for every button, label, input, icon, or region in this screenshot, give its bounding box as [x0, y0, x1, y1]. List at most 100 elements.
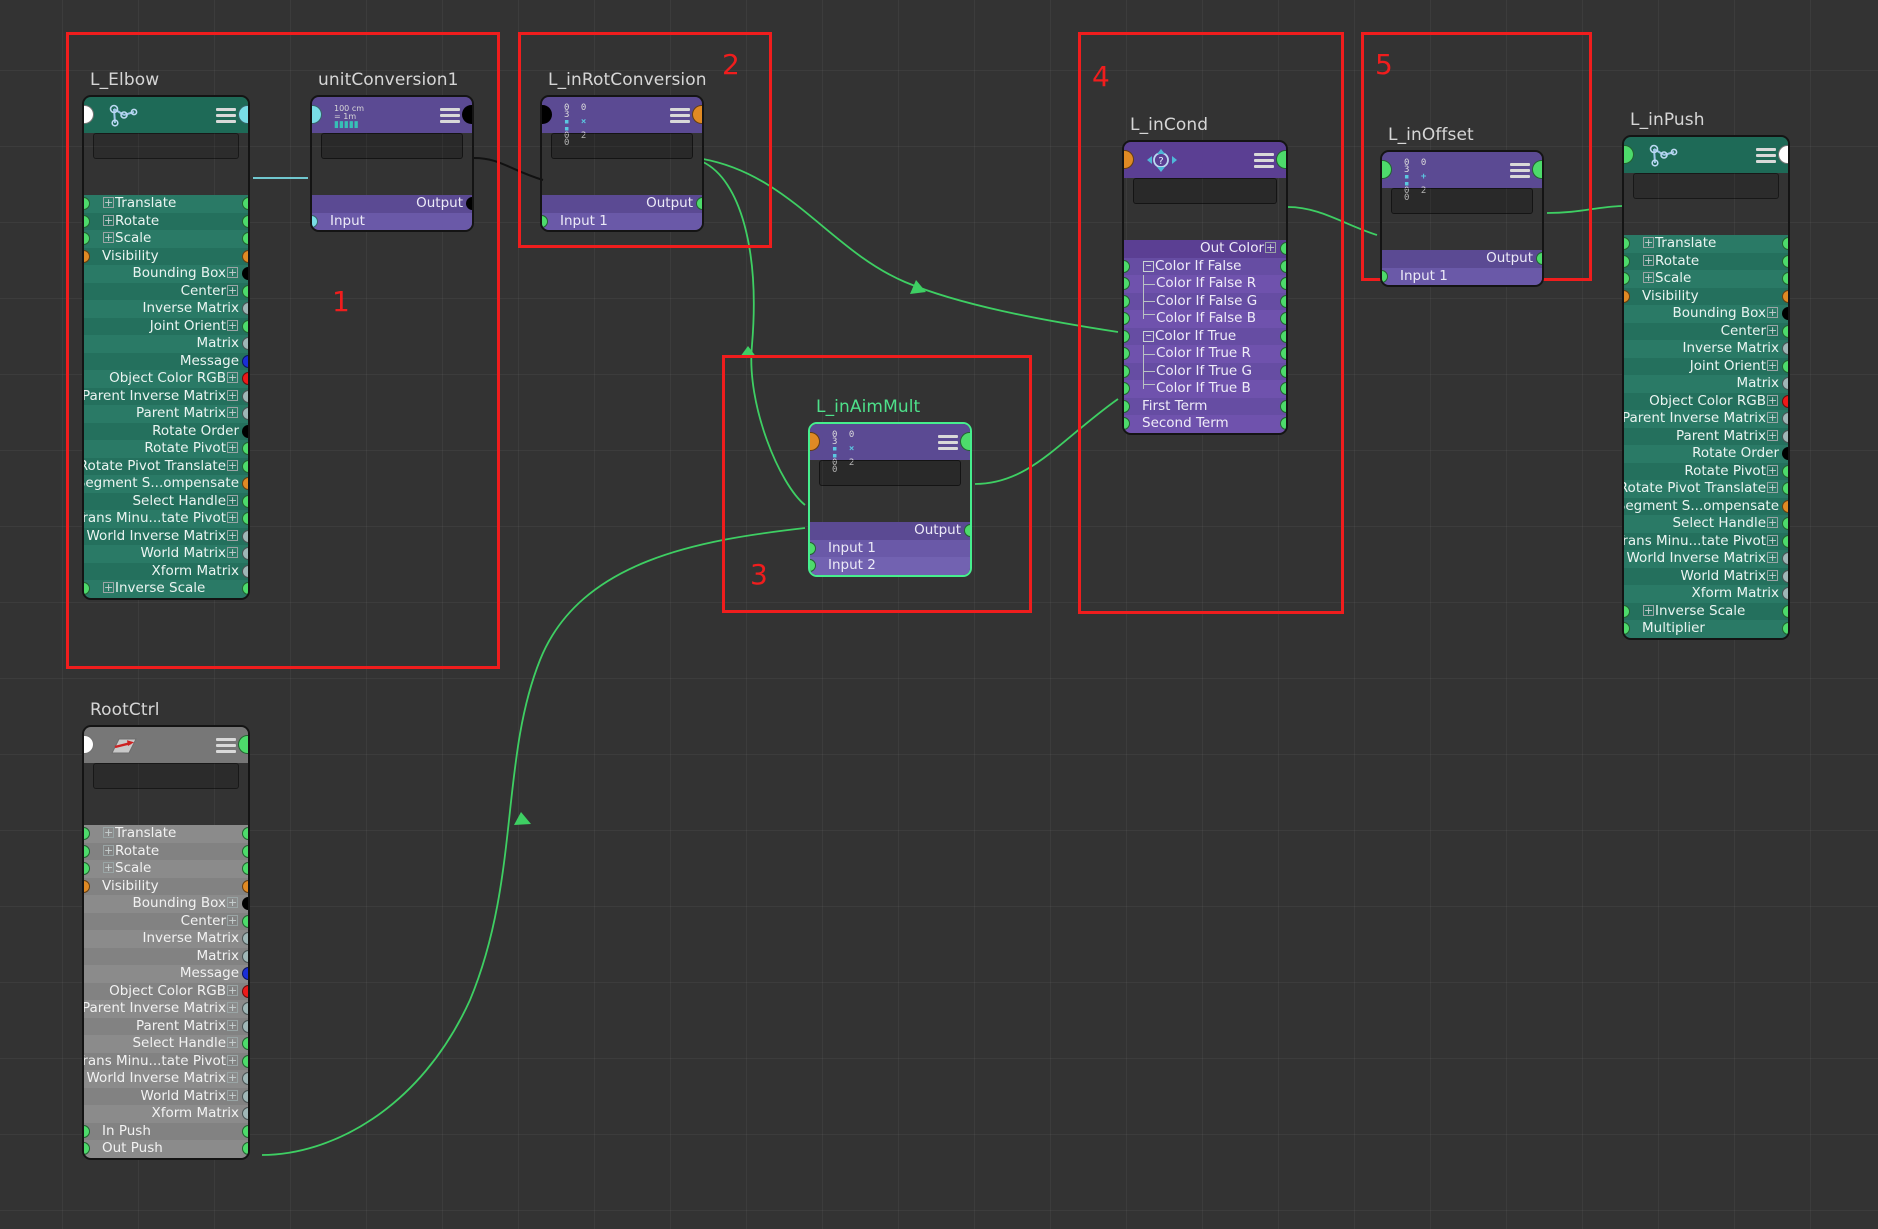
output-plug[interactable]	[242, 512, 248, 525]
input-plug[interactable]	[1124, 347, 1130, 360]
expand-plus-icon[interactable]: +	[227, 1072, 238, 1083]
attribute-row[interactable]: Color If False B	[1124, 310, 1286, 328]
output-plug[interactable]	[242, 214, 248, 228]
node-header-l-incond[interactable]: ?	[1124, 142, 1286, 178]
expand-plus-icon[interactable]: +	[103, 844, 114, 856]
attribute-row[interactable]: Object Color RGB +	[1624, 392, 1788, 410]
node-name-field[interactable]	[551, 133, 693, 159]
attribute-row[interactable]: Parent Inverse Matrix +	[1624, 410, 1788, 428]
output-plug[interactable]	[242, 1072, 248, 1085]
node-l-elbow[interactable]: L_Elbow + Translate + Rotate + Scale Vis…	[82, 70, 250, 600]
input-plug[interactable]	[1124, 329, 1130, 343]
output-plug[interactable]	[242, 302, 248, 315]
output-plug[interactable]	[1280, 382, 1286, 395]
attribute-row[interactable]: World Matrix +	[84, 1087, 248, 1105]
output-plug[interactable]	[1782, 552, 1788, 565]
input-plug[interactable]	[1624, 272, 1630, 285]
attribute-row[interactable]: Joint Orient +	[1624, 357, 1788, 375]
output-plug[interactable]	[1280, 277, 1286, 290]
expand-plus-icon[interactable]: +	[227, 494, 238, 506]
expand-plus-icon[interactable]: +	[227, 267, 238, 278]
output-plug[interactable]	[1782, 412, 1788, 425]
attribute-row[interactable]: Color If True R	[1124, 345, 1286, 363]
attribute-row[interactable]: Joint Orient +	[84, 317, 248, 335]
output-plug[interactable]	[1782, 359, 1788, 373]
attribute-row[interactable]: Object Color RGB +	[84, 982, 248, 1000]
expand-plus-icon[interactable]: +	[103, 197, 114, 208]
output-plug[interactable]	[1782, 237, 1788, 250]
node-rootctrl[interactable]: RootCtrl + Translate + Rotate + Scale Visibili…	[82, 700, 250, 1160]
attribute-row[interactable]: + Rotate	[1624, 252, 1788, 270]
attribute-row[interactable]: Matrix	[84, 947, 248, 965]
output-plug[interactable]	[1782, 254, 1788, 268]
attribute-row[interactable]: Matrix	[84, 335, 248, 353]
output-plug[interactable]	[1782, 517, 1788, 530]
expand-plus-icon[interactable]: +	[227, 1019, 238, 1031]
output-plug[interactable]	[242, 582, 248, 595]
attribute-row[interactable]: Matrix	[1624, 375, 1788, 393]
output-plug[interactable]	[242, 372, 248, 385]
node-name-field[interactable]	[93, 133, 239, 159]
attribute-row[interactable]: In Push	[84, 1122, 248, 1140]
output-plug[interactable]	[242, 424, 248, 438]
attribute-row[interactable]: + Inverse Scale	[1624, 602, 1788, 620]
expand-plus-icon[interactable]: +	[227, 407, 238, 418]
output-plug[interactable]	[242, 267, 248, 280]
attribute-row[interactable]: Rotate Pivot Translate +	[84, 457, 248, 475]
expand-plus-icon[interactable]: +	[227, 442, 238, 453]
attribute-row[interactable]: World Matrix +	[1624, 567, 1788, 585]
attribute-row[interactable]: Message	[84, 352, 248, 370]
node-header-output-plug[interactable]	[238, 105, 248, 124]
node-header-input-plug[interactable]	[84, 735, 94, 754]
expand-plus-icon[interactable]: +	[1265, 242, 1276, 253]
output-plug[interactable]	[1782, 272, 1788, 285]
input-plug[interactable]	[810, 541, 816, 555]
attribute-row[interactable]: Input 1	[1382, 267, 1542, 285]
node-header-input-plug[interactable]	[312, 105, 322, 124]
expand-plus-icon[interactable]: +	[103, 214, 114, 226]
input-plug[interactable]	[312, 214, 318, 228]
input-plug[interactable]	[1124, 399, 1130, 413]
expand-plus-icon[interactable]: +	[1767, 552, 1778, 563]
expand-plus-icon[interactable]: +	[1643, 237, 1654, 248]
node-header-l-inaimmult[interactable]: 0 0 3 ▪ × ▪ 0 2 0	[810, 424, 970, 475]
output-plug[interactable]	[1280, 242, 1286, 255]
input-plug[interactable]	[1382, 269, 1388, 283]
attribute-row[interactable]: Segment S...ompensate	[1624, 497, 1788, 515]
attribute-row[interactable]: Inverse Matrix	[1624, 340, 1788, 358]
attribute-row[interactable]: Visibility	[1624, 287, 1788, 305]
attribute-row[interactable]: Parent Inverse Matrix +	[84, 387, 248, 405]
expand-plus-icon[interactable]: +	[1767, 359, 1778, 371]
node-body-l-incond[interactable]: ? Out Color + – Color If False Color If Fals…	[1122, 140, 1288, 435]
attribute-row[interactable]: – Color If False	[1124, 257, 1286, 275]
node-header-output-plug[interactable]	[1532, 160, 1542, 179]
attribute-row[interactable]: World Inverse Matrix +	[84, 527, 248, 545]
expand-plus-icon[interactable]: +	[1643, 604, 1654, 616]
attribute-row[interactable]: Xform Matrix	[1624, 585, 1788, 603]
expand-plus-icon[interactable]: +	[103, 827, 114, 838]
output-plug[interactable]	[242, 564, 248, 578]
node-header-l-inoffset[interactable]: 0 0 3 ▪ + ▪ 0 2 0	[1382, 152, 1542, 203]
attribute-row[interactable]: Center +	[1624, 322, 1788, 340]
output-plug[interactable]	[242, 862, 248, 875]
attribute-row[interactable]: World Inverse Matrix +	[84, 1070, 248, 1088]
hamburger-icon[interactable]	[440, 108, 460, 123]
output-plug[interactable]	[242, 337, 248, 350]
input-plug[interactable]	[1124, 364, 1130, 378]
attribute-row[interactable]: Trans Minu...tate Pivot +	[1624, 532, 1788, 550]
output-plug[interactable]	[1782, 377, 1788, 390]
expand-plus-icon[interactable]: +	[1767, 394, 1778, 406]
output-plug[interactable]	[242, 967, 248, 980]
attribute-row[interactable]: Segment S...ompensate	[84, 475, 248, 493]
attribute-row[interactable]: Visibility	[84, 247, 248, 265]
output-plug[interactable]	[1280, 364, 1286, 378]
expand-plus-icon[interactable]: +	[227, 897, 238, 908]
attribute-row[interactable]: Output	[312, 195, 472, 213]
output-plug[interactable]	[242, 547, 248, 560]
output-plug[interactable]	[242, 1054, 248, 1068]
expand-plus-icon[interactable]: +	[227, 372, 238, 383]
input-plug[interactable]	[84, 582, 90, 595]
hamburger-icon[interactable]	[670, 108, 690, 123]
node-header-output-plug[interactable]	[1276, 150, 1286, 169]
output-plug[interactable]	[242, 477, 248, 490]
